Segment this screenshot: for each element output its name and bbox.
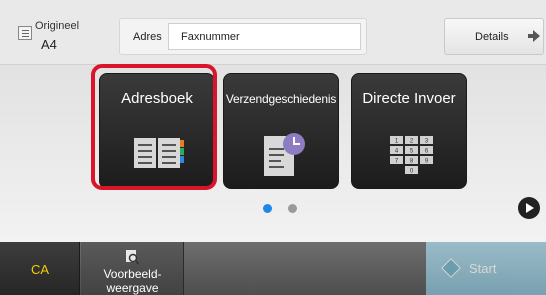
details-button[interactable]: Details	[444, 18, 544, 55]
selection-highlight	[91, 64, 217, 190]
start-label: Start	[469, 261, 497, 276]
preview-label: Voorbeeld- weergave	[103, 267, 162, 295]
preview-magnifier-icon	[126, 250, 139, 265]
tile-label: Directe Invoer	[362, 90, 456, 107]
direct-entry-tile[interactable]: Directe Invoer 1 2 3 4 5 6 7 8 9 0	[351, 73, 467, 189]
start-diamond-icon	[441, 258, 461, 278]
details-label: Details	[475, 31, 509, 43]
next-page-button[interactable]	[518, 197, 540, 219]
main-panel: Adresboek Verzendgeschiedenis Directe In…	[0, 64, 546, 242]
original-document-icon[interactable]	[18, 26, 32, 40]
play-arrow-icon	[526, 203, 534, 213]
clear-all-label: CA	[30, 262, 50, 277]
tile-label: Verzendgeschiedenis	[225, 92, 337, 106]
address-field-group: Adres	[119, 18, 367, 55]
original-label: Origineel	[35, 20, 80, 32]
arrow-right-icon	[528, 30, 540, 42]
send-history-tile[interactable]: Verzendgeschiedenis	[223, 73, 339, 189]
start-button[interactable]: Start	[426, 242, 546, 295]
address-input[interactable]	[168, 23, 361, 50]
original-size-value[interactable]: A4	[41, 37, 57, 52]
clear-all-button[interactable]: CA	[0, 242, 80, 295]
page-dot[interactable]	[288, 204, 297, 213]
address-label: Adres	[133, 31, 162, 43]
bottom-bar: CA Voorbeeld- weergave Start	[0, 242, 546, 295]
top-bar: Origineel A4 Adres Details	[0, 0, 546, 64]
preview-button[interactable]: Voorbeeld- weergave	[81, 242, 184, 295]
keypad-icon: 1 2 3 4 5 6 7 8 9 0	[390, 136, 433, 175]
send-history-icon	[264, 133, 305, 176]
page-dot-active[interactable]	[263, 204, 272, 213]
